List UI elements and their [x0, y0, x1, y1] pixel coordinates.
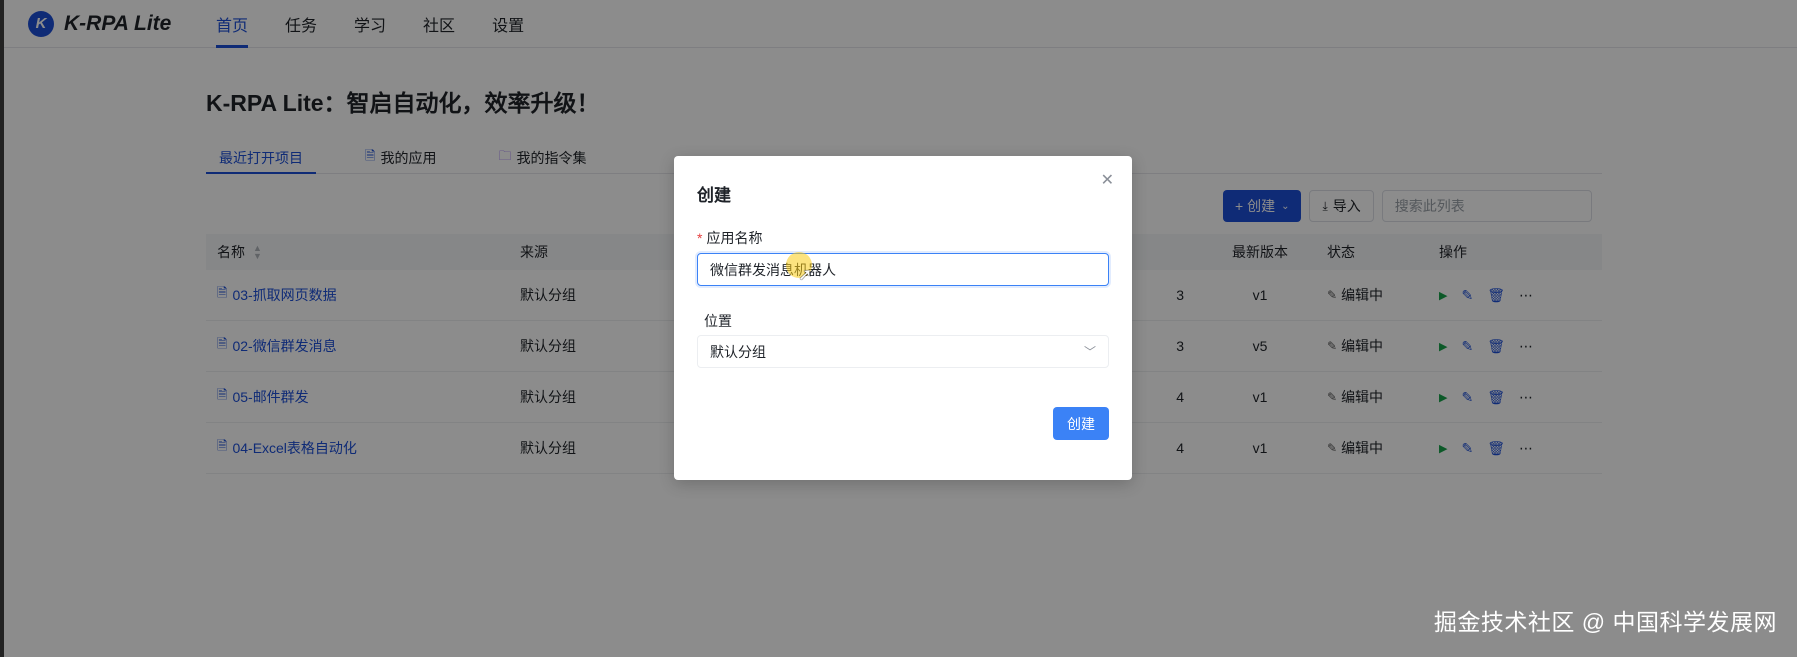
dialog-create-button[interactable]: 创建	[1053, 407, 1109, 440]
pointer-icon: ➚	[798, 265, 813, 284]
required-mark: *	[697, 230, 703, 246]
create-dialog: 创建 ✕ *应用名称 位置 默认分组 ﹀ 创建	[674, 156, 1132, 480]
label-text: 应用名称	[706, 230, 763, 246]
app-name-input[interactable]	[697, 253, 1109, 286]
watermark: 掘金技术社区 @ 中国科学发展网	[1433, 609, 1777, 635]
location-value: 默认分组	[710, 343, 766, 360]
chevron-down-icon: ﹀	[1083, 345, 1096, 359]
dialog-title: 创建	[697, 186, 731, 205]
app-name-label: * 应用名称	[697, 228, 762, 248]
close-icon[interactable]: ✕	[1101, 170, 1114, 190]
window-edge	[0, 0, 4, 657]
location-label: 位置	[704, 313, 732, 329]
location-select[interactable]: 默认分组 ﹀	[697, 335, 1109, 368]
